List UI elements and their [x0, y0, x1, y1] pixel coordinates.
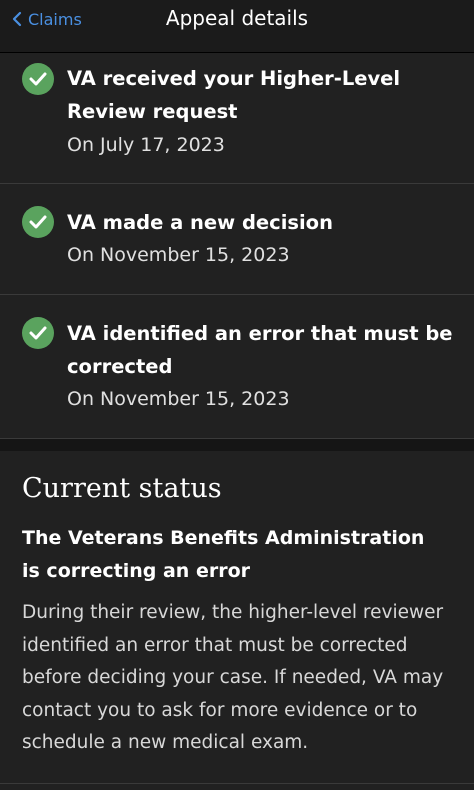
current-status-section: Current status The Veterans Benefits Adm…	[0, 451, 474, 790]
timeline-event: VA identified an error that must be corr…	[0, 295, 474, 438]
nav-header: Claims Appeal details	[0, 0, 474, 53]
check-circle-icon	[22, 317, 54, 349]
event-date: On July 17, 2023	[67, 134, 225, 156]
current-status-heading: Current status	[22, 473, 222, 504]
current-status-subheading: The Veterans Benefits Administration is …	[22, 527, 425, 582]
event-title: VA identified an error that must be corr…	[67, 322, 453, 378]
timeline-event: VA received your Higher-Level Review req…	[0, 53, 474, 184]
check-circle-icon	[22, 206, 54, 238]
check-circle-icon	[22, 63, 54, 95]
current-status-description: During their review, the higher-level re…	[22, 602, 444, 753]
divider	[0, 783, 474, 784]
appeal-timeline: VA received your Higher-Level Review req…	[0, 53, 474, 438]
page-title: Appeal details	[165, 6, 309, 30]
event-date: On November 15, 2023	[67, 388, 290, 410]
timeline-event: VA made a new decision On November 15, 2…	[0, 184, 474, 295]
section-divider	[0, 438, 474, 451]
event-date: On November 15, 2023	[67, 244, 290, 266]
event-title: VA received your Higher-Level Review req…	[67, 67, 401, 123]
event-title: VA made a new decision	[67, 211, 333, 234]
